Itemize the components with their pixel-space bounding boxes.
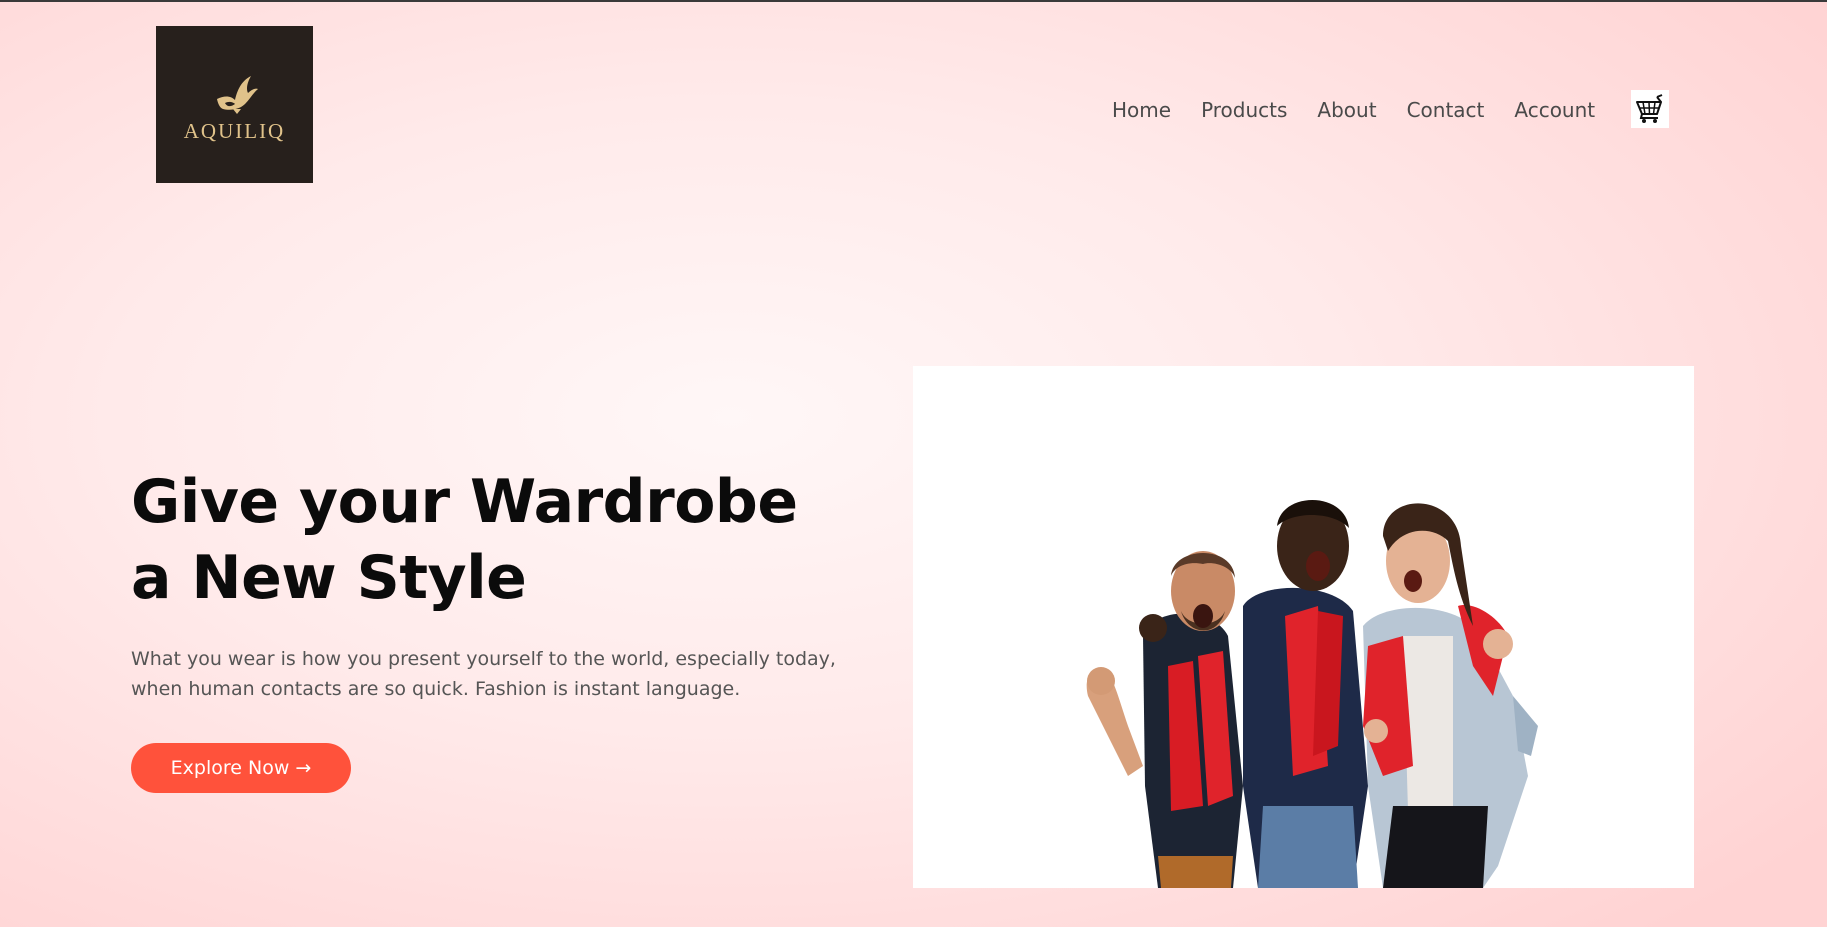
eagle-icon	[216, 76, 258, 114]
hero-headline-line1: Give your Wardrobe	[131, 467, 798, 537]
fan-right-figure	[1363, 503, 1538, 888]
nav-home[interactable]: Home	[1112, 98, 1171, 122]
cart-button[interactable]	[1631, 90, 1669, 128]
brand-name: AQUILIQ	[183, 119, 286, 143]
nav-account[interactable]: Account	[1514, 98, 1595, 122]
brand-logo[interactable]: AQUILIQ	[156, 26, 313, 183]
hero-headline-line2: a New Style	[131, 543, 527, 613]
shopping-cart-icon	[1636, 94, 1663, 123]
nav-products[interactable]: Products	[1201, 98, 1287, 122]
nav-contact[interactable]: Contact	[1407, 98, 1485, 122]
hero-subtext-line1: What you wear is how you present yoursel…	[131, 648, 836, 670]
nav-about[interactable]: About	[1317, 98, 1376, 122]
hero-image	[913, 366, 1694, 888]
hero-headline: Give your Wardrobe a New Style	[131, 464, 831, 616]
explore-now-button[interactable]: Explore Now →	[131, 743, 351, 793]
hero-subtext: What you wear is how you present yoursel…	[131, 644, 871, 704]
hero-subtext-line2: when human contacts are so quick. Fashio…	[131, 678, 741, 700]
fan-left-figure	[1086, 551, 1243, 888]
main-nav: Home Products About Contact Account	[1112, 96, 1625, 124]
